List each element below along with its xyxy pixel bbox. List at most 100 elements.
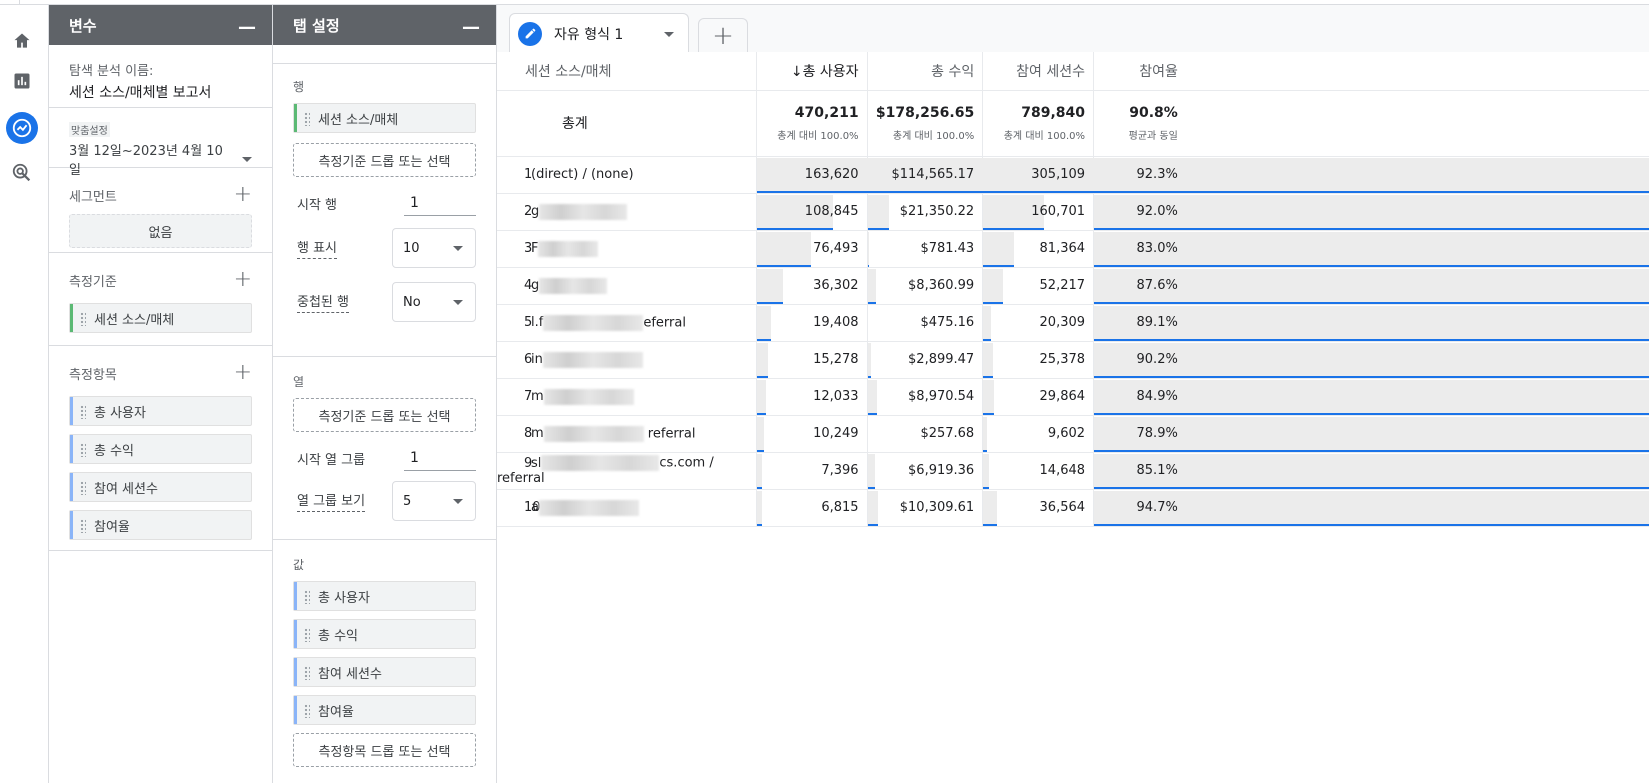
value-bar-line [756,375,768,378]
dimension-cell[interactable]: 1(direct) / (none) [497,156,757,194]
drag-handle-icon[interactable] [80,443,86,457]
drag-handle-icon[interactable] [80,481,86,495]
value-metric-chip[interactable]: 총 사용자 [293,581,476,611]
value-bar-line [867,486,875,489]
nested-rows-select[interactable]: No [392,282,476,322]
dimension-cell[interactable]: 8m referral [497,415,757,453]
metric-cell-users: 12,033 [755,378,868,416]
dimension-value-start: m [531,389,544,404]
date-custom-label: 맞춤설정 [69,122,110,137]
value-bar-line [983,338,992,341]
engagement-rate-bar-extension [1185,304,1649,342]
metric-header-engagement-rate[interactable]: 참여율 [1093,52,1186,91]
collapse-icon[interactable]: — [462,19,480,37]
table-row[interactable]: 6in 15,278 $2,899.47 25,378 90.2% [497,341,1649,379]
drag-handle-icon[interactable] [304,628,310,642]
add-dimension-icon[interactable]: + [234,269,252,291]
table-row[interactable]: 7m 12,033 $8,970.54 29,864 84.9% [497,378,1649,416]
explore-icon[interactable] [6,112,38,144]
dimension-value-start: m [531,426,544,441]
metric-header-revenue[interactable]: 총 수익 [866,52,983,91]
drag-handle-icon[interactable] [304,590,310,604]
dimension-value-start: l.f [531,315,544,330]
dimension-cell[interactable]: 2g [497,193,757,231]
collapse-icon[interactable]: — [238,19,256,37]
dimension-cell[interactable]: 5l.f eferral [497,304,757,342]
table-header-row: 세션 소스/매체 ↓총 사용자 총 수익 참여 세션수 참여율 [497,52,1649,91]
home-icon[interactable] [6,25,38,57]
metric-header-engaged-sessions[interactable]: 참여 세션수 [982,52,1094,91]
add-segment-icon[interactable]: + [234,184,252,206]
metric-chip[interactable]: 총 사용자 [69,396,252,426]
dimension-cell[interactable]: 4g [497,267,757,305]
chevron-down-icon[interactable] [664,32,674,37]
drag-handle-icon[interactable] [80,405,86,419]
dimension-cell[interactable]: 7m [497,378,757,416]
dimension-cell[interactable]: 3F [497,230,757,268]
show-col-groups-select[interactable]: 5 [392,481,476,521]
date-range-section[interactable]: 맞춤설정 3월 12일~2023년 4월 10일 [49,108,272,178]
advertising-icon[interactable] [6,157,38,189]
value-bar-line [867,523,878,526]
dimension-value-end: referral [643,426,696,441]
value-bar-line [983,301,1004,304]
table-row[interactable]: 3F 76,493 $781.43 81,364 83.0% [497,230,1649,268]
value-bar [983,416,988,451]
drag-handle-icon[interactable] [304,112,310,126]
table-row[interactable]: 1(direct) / (none) 163,620 $114,565.17 305,… [497,156,1649,194]
dimension-chip[interactable]: 세션 소스/매체 [69,303,252,333]
table-row[interactable]: 10a 6,815 $10,309.61 36,564 94.7% [497,489,1649,527]
metric-chip[interactable]: 총 수익 [69,434,252,464]
value-bar-line [867,375,871,378]
value-metric-chip[interactable]: 참여율 [293,695,476,725]
table-row[interactable]: 5l.f eferral 19,408 $475.16 20,309 89.1% [497,304,1649,342]
value-bar-line [756,190,872,193]
value-bar [983,342,994,377]
dimension-cell[interactable]: 9sl cs.com / referral [497,452,757,490]
total-users-pct: 총계 대비 100.0% [777,130,859,142]
total-engaged-sessions-pct: 총계 대비 100.0% [1003,130,1086,142]
dimension-header[interactable]: 세션 소스/매체 [497,52,757,91]
reports-icon[interactable] [6,65,38,97]
value-metric-chip[interactable]: 참여 세션수 [293,657,476,687]
dimension-value-start: in [531,352,543,367]
values-section: 값 총 사용자 총 수익 참여 세션수 참여율 측정항목 드롭 또는 선택 [273,540,496,767]
dimension-cell[interactable]: 6in [497,341,757,379]
drag-handle-icon[interactable] [80,312,86,326]
value-bar [867,342,871,377]
add-metric-icon[interactable]: + [234,362,252,384]
table-row[interactable]: 4g 36,302 $8,360.99 52,217 87.6% [497,267,1649,305]
exploration-name-value[interactable]: 세션 소스/매체별 보고서 [69,82,252,102]
tab-freeform[interactable]: 자유 형식 1 [509,13,689,53]
redacted-text [543,425,644,442]
metric-cell-revenue: $8,360.99 [866,267,983,305]
chevron-down-icon[interactable] [242,156,252,162]
drag-handle-icon[interactable] [304,704,310,718]
table-row[interactable]: 9sl cs.com / referral 7,396 $6,919.36 14,648… [497,452,1649,490]
table-row[interactable]: 8m referral 10,249 $257.68 9,602 78.9% [497,415,1649,453]
value-metric-chip[interactable]: 총 수익 [293,619,476,649]
drag-handle-icon[interactable] [304,666,310,680]
drop-dimension-rows[interactable]: 측정기준 드롭 또는 선택 [293,143,476,177]
drag-handle-icon[interactable] [80,519,86,533]
dimension-cell[interactable]: 10a [497,489,757,527]
row-dimension-chip[interactable]: 세션 소스/매체 [293,103,476,133]
metric-chip[interactable]: 참여 세션수 [69,472,252,502]
dimension-value-start: g [531,278,540,293]
segments-empty[interactable]: 없음 [69,214,252,248]
add-tab-button[interactable]: + [698,18,748,52]
metric-cell-engagement-rate: 89.1% [1093,304,1186,342]
tab-bar: 자유 형식 1 + [497,5,1649,53]
value-bar-line [867,264,869,267]
metric-cell-engagement-rate: 84.9% [1093,378,1186,416]
table-row[interactable]: 2g 108,845 $21,350.22 160,701 92.0% [497,193,1649,231]
metric-cell-engagement-rate: 87.6% [1093,267,1186,305]
drop-dimension-columns[interactable]: 측정기준 드롭 또는 선택 [293,398,476,432]
metric-header-users[interactable]: ↓총 사용자 [755,52,868,91]
show-rows-select[interactable]: 10 [392,228,476,268]
metric-chip[interactable]: 참여율 [69,510,252,540]
drop-metric-values[interactable]: 측정항목 드롭 또는 선택 [293,733,476,767]
start-col-group-input[interactable]: 1 [404,446,476,471]
start-row-input[interactable]: 1 [404,191,476,216]
value-bar [756,490,762,525]
